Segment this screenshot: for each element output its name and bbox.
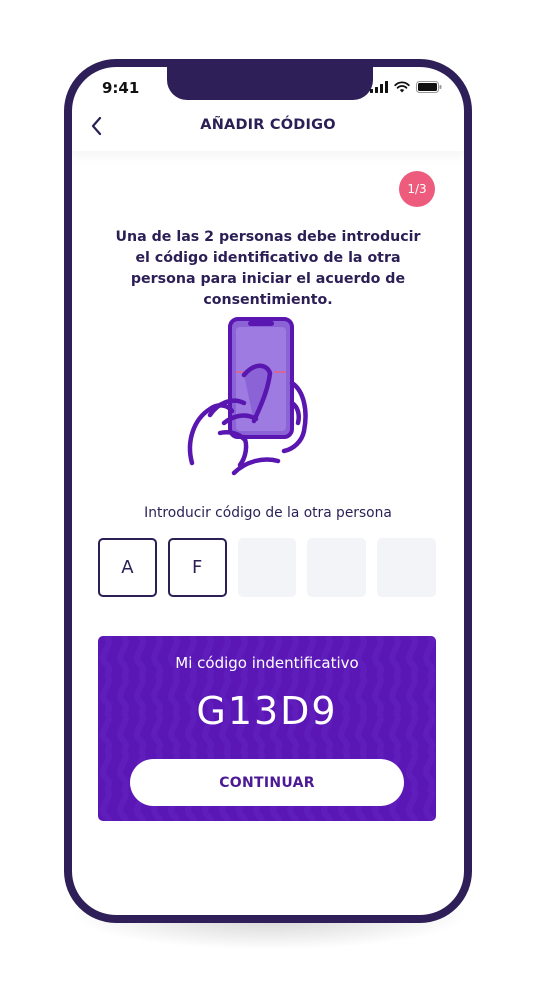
continue-button[interactable]: CONTINUAR: [130, 759, 404, 806]
my-code-value: G13D9: [196, 689, 338, 733]
code-entry-label: Introducir código de la otra persona: [144, 505, 392, 521]
code-input-box-5[interactable]: [377, 538, 437, 597]
page-title: AÑADIR CÓDIGO: [200, 117, 336, 133]
notch: [167, 67, 373, 100]
battery-icon: [416, 81, 442, 93]
status-icons: [370, 81, 442, 93]
code-input-box-2[interactable]: F: [167, 538, 227, 597]
wifi-icon: [394, 81, 410, 93]
app-screen: 9:41 AÑADIR CÓDIGO 1/3 Una de las 2 pers…: [72, 67, 464, 915]
phone-frame: 9:41 AÑADIR CÓDIGO 1/3 Una de las 2 pers…: [64, 59, 472, 923]
my-code-label: Mi código indentificativo: [175, 654, 359, 672]
code-input-box-4[interactable]: [307, 538, 367, 597]
code-input-box-1[interactable]: A: [98, 538, 157, 597]
app-header: AÑADIR CÓDIGO: [72, 103, 464, 151]
my-code-card: Mi código indentificativo G13D9 CONTINUA…: [98, 636, 436, 821]
code-input-row: A F: [98, 538, 437, 597]
signal-icon: [370, 81, 388, 93]
code-input-box-3[interactable]: [237, 538, 297, 597]
intro-text: Una de las 2 personas debe introducir el…: [115, 229, 421, 308]
hand-phone-illustration: [187, 317, 308, 476]
status-time: 9:41: [102, 79, 140, 97]
step-badge: 1/3: [399, 171, 435, 207]
